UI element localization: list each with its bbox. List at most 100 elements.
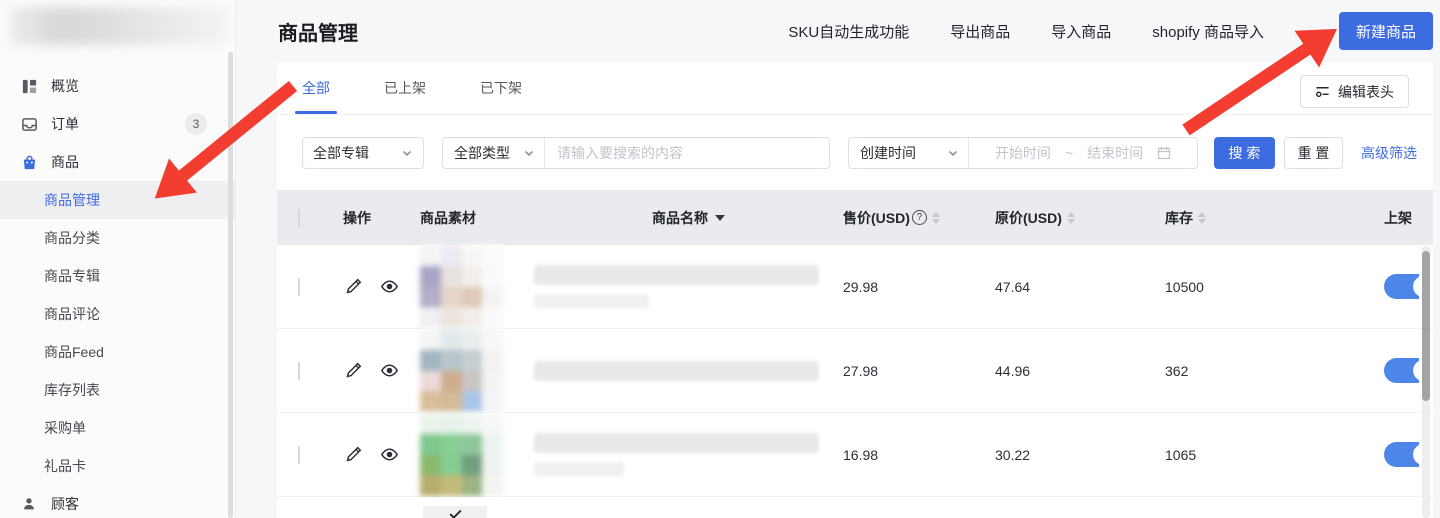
date-end-placeholder: 结束时间 (1087, 143, 1143, 163)
product-image-blurred[interactable] (420, 413, 503, 496)
column-header-name: 商品名称 (652, 208, 708, 228)
price-value: 29.98 (843, 279, 878, 295)
product-list-card: 全部 已上架 已下架 编辑表头 全部专辑 全部类型 (277, 62, 1433, 518)
tab-label: 已上架 (384, 78, 426, 98)
products-table: 操作 商品素材 商品名称 售价(USD) ? 原价(USD) 库存 上架 (277, 190, 1433, 518)
edit-columns-button[interactable]: 编辑表头 (1300, 75, 1409, 108)
product-image-blurred[interactable] (420, 245, 503, 328)
sidebar-item-gift-card[interactable]: 礼品卡 (0, 447, 235, 485)
on-sale-toggle[interactable] (1384, 358, 1419, 383)
reset-button[interactable]: 重 置 (1284, 137, 1343, 169)
on-sale-toggle[interactable] (1384, 442, 1419, 467)
edit-icon[interactable] (345, 362, 362, 379)
column-header-original-price: 原价(USD) (995, 208, 1062, 228)
select-all-checkbox[interactable] (298, 209, 300, 227)
sidebar-item-label: 采购单 (44, 418, 86, 438)
sort-icon[interactable] (1067, 212, 1075, 224)
search-input[interactable] (545, 138, 829, 168)
price-value: 16.98 (843, 447, 878, 463)
header-actions: SKU自动生成功能 导出商品 导入商品 shopify 商品导入 新建商品 (788, 12, 1440, 50)
table-row: 27.98 44.96 362 (277, 329, 1433, 413)
chevron-down-icon (401, 147, 413, 159)
tab-all[interactable]: 全部 (302, 62, 330, 114)
column-settings-icon (1315, 84, 1330, 99)
sidebar-item-products[interactable]: 商品 (0, 143, 235, 181)
filter-toolbar: 全部专辑 全部类型 创建时间 开始时间 ~ (302, 137, 1433, 169)
album-select[interactable]: 全部专辑 (302, 137, 424, 169)
date-range-input[interactable]: 开始时间 ~ 结束时间 (969, 143, 1197, 163)
sidebar-item-orders[interactable]: 订单 3 (0, 105, 235, 143)
row-checkbox[interactable] (298, 446, 300, 464)
time-field-value: 创建时间 (860, 143, 916, 163)
product-image-blurred[interactable] (420, 329, 503, 412)
calendar-icon (1157, 146, 1171, 160)
sidebar-item-label: 库存列表 (44, 380, 100, 400)
page-header: 商品管理 SKU自动生成功能 导出商品 导入商品 shopify 商品导入 新建… (236, 0, 1440, 62)
sidebar-item-label: 礼品卡 (44, 456, 86, 476)
help-icon[interactable]: ? (912, 210, 927, 225)
row-checkbox[interactable] (298, 278, 300, 296)
table-scrollbar-thumb[interactable] (1422, 251, 1430, 401)
export-products-link[interactable]: 导出商品 (950, 21, 1010, 42)
sidebar-item-inventory-list[interactable]: 库存列表 (0, 371, 235, 409)
column-header-price: 售价(USD) (843, 208, 910, 228)
sidebar-item-label: 概览 (51, 76, 79, 96)
sidebar-item-label: 商品分类 (44, 228, 100, 248)
sidebar-item-label: 订单 (51, 114, 79, 134)
sort-icon[interactable] (1198, 212, 1206, 224)
overview-icon (20, 77, 38, 95)
sidebar-item-product-feed[interactable]: 商品Feed (0, 333, 235, 371)
sidebar-item-label: 商品评论 (44, 304, 100, 324)
tab-on-shelf[interactable]: 已上架 (384, 62, 426, 114)
time-field-select[interactable]: 创建时间 (849, 138, 969, 168)
tab-label: 全部 (302, 78, 330, 98)
sidebar-item-customers[interactable]: 顾客 (0, 485, 235, 518)
sidebar-item-overview[interactable]: 概览 (0, 67, 235, 105)
product-subtext-blurred (534, 462, 624, 476)
sidebar-item-product-reviews[interactable]: 商品评论 (0, 295, 235, 333)
sidebar-scrollbar[interactable] (228, 52, 233, 518)
tab-off-shelf[interactable]: 已下架 (480, 62, 522, 114)
customers-icon (20, 495, 38, 513)
album-select-value: 全部专辑 (313, 143, 369, 163)
row-checkbox[interactable] (298, 362, 300, 380)
sidebar-item-product-category[interactable]: 商品分类 (0, 219, 235, 257)
view-icon[interactable] (380, 361, 399, 380)
sidebar: 概览 订单 3 商品 商品管理 商品分类 商品专辑 商品评论 商品 (0, 0, 236, 518)
column-header-stock: 库存 (1165, 208, 1193, 228)
table-header-row: 操作 商品素材 商品名称 售价(USD) ? 原价(USD) 库存 上架 (277, 190, 1433, 245)
edit-icon[interactable] (345, 446, 362, 463)
column-header-ops: 操作 (343, 208, 371, 228)
sort-icon[interactable] (932, 212, 940, 224)
original-price-value: 47.64 (995, 279, 1030, 295)
view-icon[interactable] (380, 445, 399, 464)
orders-icon (20, 115, 38, 133)
import-products-link[interactable]: 导入商品 (1051, 21, 1111, 42)
chevron-down-icon (947, 147, 959, 159)
stock-value: 362 (1165, 363, 1188, 379)
advanced-filter-link[interactable]: 高级筛选 (1361, 143, 1417, 163)
date-filter-group: 创建时间 开始时间 ~ 结束时间 (848, 137, 1198, 169)
sidebar-item-product-management[interactable]: 商品管理 (0, 181, 235, 219)
table-row: 16.98 30.22 1065 (277, 413, 1433, 497)
sidebar-item-label: 商品 (51, 152, 79, 172)
sidebar-item-label: 商品管理 (44, 190, 100, 210)
sidebar-nav: 概览 订单 3 商品 商品管理 商品分类 商品专辑 商品评论 商品 (0, 67, 235, 518)
sku-auto-generate-link[interactable]: SKU自动生成功能 (788, 21, 909, 42)
type-select[interactable]: 全部类型 (443, 138, 545, 168)
sidebar-item-product-collection[interactable]: 商品专辑 (0, 257, 235, 295)
name-filter-icon[interactable] (715, 215, 725, 221)
original-price-value: 44.96 (995, 363, 1030, 379)
stock-value: 10500 (1165, 279, 1204, 295)
on-sale-toggle[interactable] (1384, 274, 1419, 299)
new-product-button[interactable]: 新建商品 (1339, 12, 1433, 50)
sidebar-item-purchase-order[interactable]: 采购单 (0, 409, 235, 447)
edit-icon[interactable] (345, 278, 362, 295)
shopify-import-link[interactable]: shopify 商品导入 (1152, 21, 1264, 42)
search-button[interactable]: 搜 索 (1214, 137, 1275, 169)
product-name-blurred (534, 265, 819, 285)
orders-count-badge: 3 (185, 113, 207, 135)
price-value: 27.98 (843, 363, 878, 379)
view-icon[interactable] (380, 277, 399, 296)
tab-label: 已下架 (480, 78, 522, 98)
